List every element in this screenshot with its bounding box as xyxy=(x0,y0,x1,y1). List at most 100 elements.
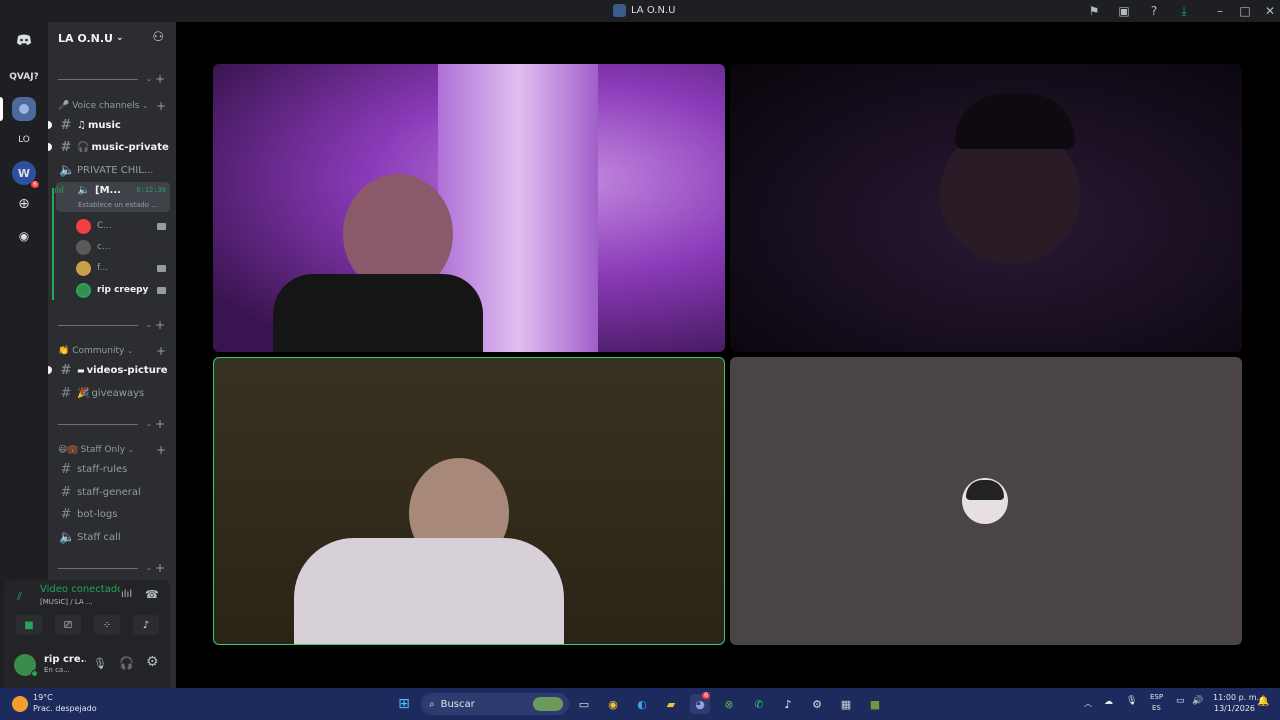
add-channel-icon[interactable]: + xyxy=(156,443,166,457)
maximize-icon[interactable]: □ xyxy=(1237,3,1253,19)
plus-icon[interactable]: + xyxy=(155,72,165,86)
language-indicator-2[interactable]: ES xyxy=(1152,704,1161,712)
voice-user[interactable]: c... xyxy=(76,237,170,257)
video-tile-3-speaking[interactable] xyxy=(213,357,725,645)
server-w[interactable]: W 6 xyxy=(12,161,39,188)
user-name[interactable]: rip cre... xyxy=(44,654,86,665)
close-icon[interactable]: ✕ xyxy=(1262,3,1278,19)
channel-private-chill[interactable]: 🔈 PRIVATE CHIL... xyxy=(56,160,170,180)
edge-icon[interactable]: ◐ xyxy=(632,694,652,714)
volume-icon[interactable]: 🔊 xyxy=(1192,696,1203,706)
help-icon[interactable]: ? xyxy=(1146,3,1162,19)
download-icon[interactable]: ⤓ xyxy=(1176,3,1192,19)
tray-chevron-icon[interactable]: ︿ xyxy=(1084,698,1092,709)
notification-icon[interactable]: 🔔 xyxy=(1257,696,1269,707)
voice-status[interactable]: Video conectado xyxy=(40,584,120,595)
plus-icon[interactable]: + xyxy=(155,561,165,575)
chevron-down-icon: ⌄ xyxy=(127,347,134,355)
channel-active-voice[interactable]: ılıl 🔈 [M... 6:12:38 Establece un estado… xyxy=(54,182,170,212)
screen-share-button[interactable]: ⎚ xyxy=(55,615,81,635)
calculator-icon[interactable]: ▦ xyxy=(836,694,856,714)
language-indicator[interactable]: ESP xyxy=(1150,693,1163,701)
voice-user[interactable]: f... xyxy=(76,258,170,278)
mention-badge: 6 xyxy=(31,181,39,188)
voice-user[interactable]: rip creepy xyxy=(76,280,170,300)
chrome-icon[interactable]: ◉ xyxy=(603,694,623,714)
disconnect-icon[interactable]: ☎ xyxy=(145,588,159,601)
screen-icon[interactable]: ▣ xyxy=(1116,3,1132,19)
voice-channel-link[interactable]: [MUSIC] / LA ... xyxy=(40,598,93,606)
channel-staff-general[interactable]: # staff-general xyxy=(56,482,170,502)
category-voice-label: Voice channels xyxy=(72,101,140,111)
search-placeholder: Buscar xyxy=(440,698,475,710)
avatar xyxy=(76,282,91,298)
category-voice[interactable]: 🎤 Voice channels ⌄ + xyxy=(58,99,176,113)
channel-giveaways[interactable]: # 🎉 giveaways xyxy=(56,383,170,403)
clock-time[interactable]: 11:00 p. m. xyxy=(1213,693,1259,702)
channel-music-private[interactable]: # 🎧 music-private xyxy=(48,137,170,157)
file-explorer-icon[interactable]: ▰ xyxy=(661,694,681,714)
user-area: rip cre... En ca... 🎙 🎧 ⚙ xyxy=(4,648,170,688)
category-staff[interactable]: 😃💼 Staff Only ⌄ + xyxy=(58,443,176,457)
weather-desc[interactable]: Prac. despejado xyxy=(33,704,97,713)
microphone-icon[interactable]: 🎙 xyxy=(93,657,107,670)
weather-icon[interactable] xyxy=(12,696,28,712)
headphones-icon[interactable]: 🎧 xyxy=(119,656,134,670)
taskbar-search[interactable]: ⌕ Buscar xyxy=(421,693,569,715)
signal-icon[interactable]: ⫽ xyxy=(17,590,22,604)
video-tile-4-avatar[interactable] xyxy=(730,357,1242,645)
unread-indicator xyxy=(48,121,52,129)
flag-icon[interactable]: ⚑ xyxy=(1086,3,1102,19)
category-community[interactable]: 👏 Community ⌄ + xyxy=(58,344,176,358)
plus-icon[interactable]: + xyxy=(155,417,165,431)
clock-date[interactable]: 13/1/2026 xyxy=(1214,704,1255,713)
divider xyxy=(58,568,138,569)
network-icon[interactable]: ▭ xyxy=(1176,696,1185,706)
active-voice-label: [M... xyxy=(95,185,121,196)
emoji-icon: 😃💼 xyxy=(58,445,79,455)
voice-user[interactable]: C... xyxy=(76,216,170,236)
plus-icon[interactable]: + xyxy=(155,318,165,332)
onedrive-icon[interactable]: ☁ xyxy=(1104,697,1113,707)
channel-staff-call[interactable]: 🔈 Staff call xyxy=(56,527,170,547)
add-server-icon[interactable]: ⊕ xyxy=(12,192,36,216)
search-highlight-icon xyxy=(533,697,563,711)
speaker-icon: 🔈 xyxy=(59,162,76,178)
weather-temp[interactable]: 19°C xyxy=(33,693,53,702)
party-icon: 🎉 xyxy=(77,387,90,399)
camera-button[interactable]: ■ xyxy=(16,615,42,635)
discord-home-icon[interactable] xyxy=(12,28,36,52)
task-view-icon[interactable]: ▭ xyxy=(574,694,594,714)
video-tile-1[interactable] xyxy=(213,64,725,352)
minimize-icon[interactable]: – xyxy=(1212,3,1228,19)
channel-music[interactable]: # ♫ music xyxy=(48,115,170,135)
avatar xyxy=(76,218,91,234)
channel-bot-logs[interactable]: # bot-logs xyxy=(56,504,170,524)
xbox-icon[interactable]: ⊗ xyxy=(719,694,739,714)
channel-staff-rules[interactable]: # staff-rules xyxy=(56,459,170,479)
steam-icon[interactable]: ⚙ xyxy=(807,694,827,714)
explore-icon[interactable]: ◉ xyxy=(12,224,36,248)
windows-start-icon[interactable]: ⊞ xyxy=(394,694,414,714)
server-lo[interactable]: LO xyxy=(12,128,36,152)
server-qvaj[interactable]: QVAJ? xyxy=(6,65,42,89)
settings-gear-icon[interactable]: ⚙ xyxy=(146,654,159,670)
add-channel-icon[interactable]: + xyxy=(156,344,166,358)
server-la-onu[interactable] xyxy=(12,97,36,121)
voice-status-text[interactable]: Establece un estado ... xyxy=(78,201,158,209)
video-tile-2[interactable] xyxy=(730,64,1242,352)
noise-suppression-icon[interactable]: ılıl xyxy=(121,589,132,600)
whatsapp-icon[interactable]: ✆ xyxy=(749,694,769,714)
search-icon: ⌕ xyxy=(429,698,435,710)
activities-button[interactable]: ⁘ xyxy=(94,615,120,635)
voice-timer: 6:12:38 xyxy=(136,186,166,194)
discord-taskbar-icon[interactable]: ◕ 6 xyxy=(690,692,710,714)
minecraft-icon[interactable]: ■ xyxy=(865,694,885,714)
add-channel-icon[interactable]: + xyxy=(156,99,166,113)
mic-tray-icon[interactable]: 🎙 xyxy=(1126,696,1137,706)
tiktok-icon[interactable]: ♪ xyxy=(778,694,798,714)
channel-videos-picture[interactable]: # ▬ videos-picture xyxy=(48,360,170,380)
add-member-icon[interactable]: ⚇ xyxy=(152,30,164,45)
server-header[interactable]: LA O.N.U ⌄ ⚇ xyxy=(48,22,176,54)
soundboard-button[interactable]: ♪ xyxy=(133,615,159,635)
